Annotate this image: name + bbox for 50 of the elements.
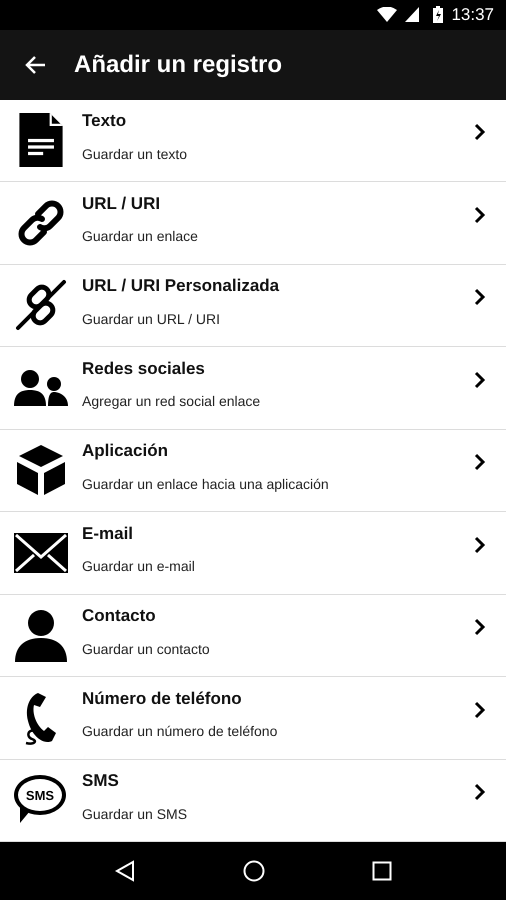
signal-icon <box>405 7 420 22</box>
back-arrow-icon <box>24 54 46 75</box>
item-subtitle: Guardar un contacto <box>82 640 211 659</box>
list-item[interactable]: Número de teléfono Guardar un número de teléfono <box>0 677 506 760</box>
chevron-right-icon <box>474 288 486 306</box>
item-title: Texto <box>82 110 128 132</box>
toolbar-title: Añadir un registro <box>74 50 282 80</box>
item-subtitle: Guardar un enlace hacia una aplicación <box>82 474 330 494</box>
chevron-right-icon <box>474 123 486 142</box>
item-title: Redes sociales <box>82 358 206 380</box>
item-title: Número de teléfono <box>82 688 243 710</box>
item-title: URL / URI <box>82 192 162 215</box>
item-subtitle: Guardar un enlace <box>82 227 199 246</box>
person-icon <box>14 608 68 662</box>
list-item[interactable]: Redes sociales Agregar un red social enlace <box>0 347 506 430</box>
item-subtitle: Guardar un e-mail <box>82 557 196 576</box>
recents-square-icon[interactable] <box>372 861 392 882</box>
envelope-icon <box>14 532 68 573</box>
item-title: Aplicación <box>82 440 169 462</box>
list-item[interactable]: E-mail Guardar un e-mail <box>0 512 506 595</box>
item-title: Contacto <box>82 605 157 628</box>
chevron-right-icon <box>474 206 486 224</box>
list-item[interactable]: Contacto Guardar un contacto <box>0 594 506 678</box>
home-circle-icon[interactable] <box>242 860 265 882</box>
item-subtitle: Guardar un URL / URI <box>82 310 221 329</box>
document-icon <box>19 113 63 168</box>
item-title: URL / URI Personalizada <box>82 275 280 298</box>
item-title: E-mail <box>82 522 134 545</box>
chevron-right-icon <box>474 453 486 472</box>
item-title: SMS <box>82 770 120 792</box>
item-subtitle: Guardar un SMS <box>82 804 188 824</box>
chevron-right-icon <box>474 783 486 802</box>
list-item[interactable]: Aplicación Guardar un enlace hacia una aplicación <box>0 430 506 512</box>
chevron-right-icon <box>474 700 486 719</box>
battery-icon <box>433 6 444 24</box>
list-item[interactable]: Texto Guardar un texto <box>0 100 506 182</box>
list-item[interactable]: URL / URI Personalizada Guardar un URL / URI <box>0 264 506 348</box>
chevron-right-icon <box>474 536 486 554</box>
item-subtitle: Guardar un texto <box>82 144 188 164</box>
wifi-icon <box>377 7 398 22</box>
broken-link-icon <box>14 278 68 332</box>
clock: 13:37 <box>451 4 494 26</box>
cube-icon <box>14 443 68 498</box>
people-icon <box>14 368 68 408</box>
back-triangle-icon[interactable] <box>114 860 136 882</box>
chevron-right-icon <box>474 370 486 389</box>
item-subtitle: Agregar un red social enlace <box>82 392 262 412</box>
item-subtitle: Guardar un número de teléfono <box>82 722 278 742</box>
list-item[interactable]: URL / URI Guardar un enlace <box>0 182 506 265</box>
chevron-right-icon <box>474 618 486 636</box>
